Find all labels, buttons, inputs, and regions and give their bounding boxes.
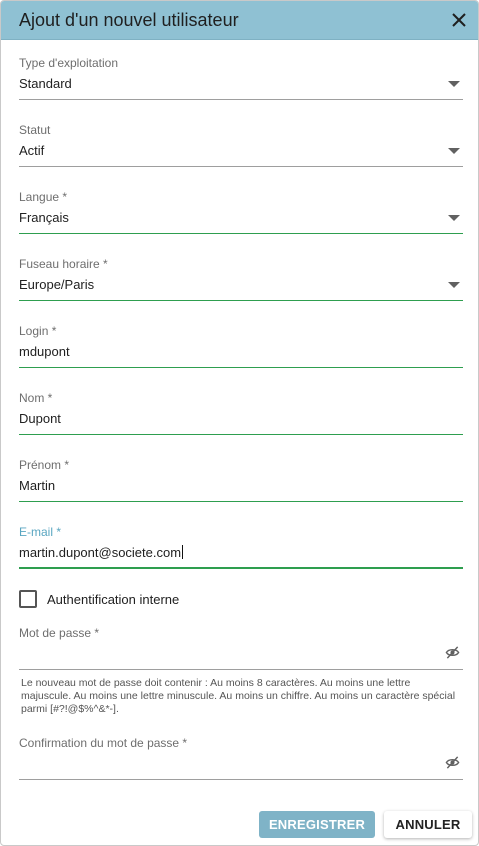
add-user-dialog: Ajout d'un nouvel utilisateur Type d'exp… [0, 0, 479, 846]
eye-off-icon[interactable] [445, 755, 460, 770]
close-icon[interactable] [448, 9, 470, 31]
timezone-label: Fuseau horaire * [19, 257, 108, 271]
field-underline [19, 233, 463, 234]
last-name-value[interactable]: Dupont [19, 411, 61, 426]
eye-off-icon[interactable] [445, 645, 460, 660]
dialog-header: Ajout d'un nouvel utilisateur [1, 1, 478, 40]
field-underline [19, 501, 463, 502]
internal-auth-label[interactable]: Authentification interne [47, 592, 179, 607]
field-underline [19, 300, 463, 301]
field-underline [19, 166, 463, 167]
language-label: Langue * [19, 190, 68, 204]
save-button[interactable]: ENREGISTRER [259, 811, 375, 838]
password-requirements-hint: Le nouveau mot de passe doit contenir : … [21, 677, 456, 715]
field-underline [19, 669, 463, 670]
status-select[interactable]: Statut Actif [19, 123, 463, 169]
email-value: martin.dupont@societe.com [19, 545, 182, 560]
timezone-value: Europe/Paris [19, 277, 95, 292]
operating-type-label: Type d'exploitation [19, 56, 119, 70]
operating-type-select[interactable]: Type d'exploitation Standard [19, 56, 463, 102]
first-name-field[interactable]: Prénom * Martin [19, 458, 463, 504]
password-confirm-label: Confirmation du mot de passe * [19, 736, 188, 750]
field-underline [19, 99, 463, 100]
internal-auth-row[interactable]: Authentification interne [19, 590, 319, 610]
field-underline [19, 434, 463, 435]
field-underline [19, 779, 463, 780]
timezone-select[interactable]: Fuseau horaire * Europe/Paris [19, 257, 463, 303]
dropdown-arrow-icon[interactable] [448, 282, 460, 288]
first-name-label: Prénom * [19, 458, 70, 472]
email-field[interactable]: E-mail * martin.dupont@societe.com [19, 525, 463, 571]
last-name-field[interactable]: Nom * Dupont [19, 391, 463, 437]
email-label: E-mail * [19, 525, 62, 539]
language-value: Français [19, 210, 69, 225]
text-caret [182, 545, 184, 559]
status-label: Statut [19, 123, 51, 137]
internal-auth-checkbox[interactable] [19, 590, 37, 608]
password-confirm-field[interactable]: Confirmation du mot de passe * [19, 736, 463, 782]
field-underline [19, 567, 463, 569]
language-select[interactable]: Langue * Français [19, 190, 463, 236]
password-label: Mot de passe * [19, 626, 100, 640]
password-field[interactable]: Mot de passe * [19, 626, 463, 672]
email-input[interactable]: martin.dupont@societe.com [19, 545, 184, 560]
operating-type-value: Standard [19, 76, 72, 91]
login-field[interactable]: Login * mdupont [19, 324, 463, 370]
first-name-value[interactable]: Martin [19, 478, 55, 493]
dialog-title: Ajout d'un nouvel utilisateur [19, 10, 239, 30]
login-label: Login * [19, 324, 57, 338]
dropdown-arrow-icon[interactable] [448, 215, 460, 221]
dropdown-arrow-icon[interactable] [448, 148, 460, 154]
last-name-label: Nom * [19, 391, 53, 405]
field-underline [19, 367, 463, 368]
dropdown-arrow-icon[interactable] [448, 81, 460, 87]
cancel-button[interactable]: ANNULER [384, 811, 472, 838]
login-value[interactable]: mdupont [19, 344, 70, 359]
status-value: Actif [19, 143, 45, 158]
